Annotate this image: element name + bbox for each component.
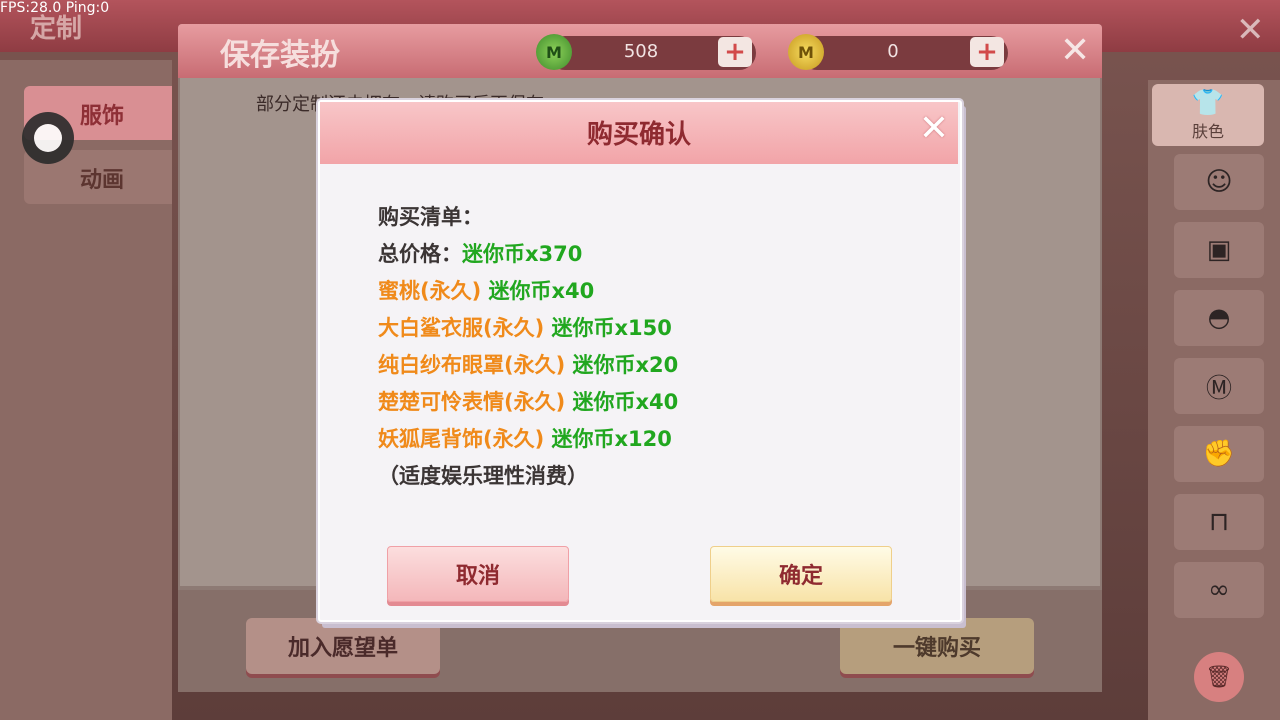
close-icon[interactable]: ✕ xyxy=(916,111,952,148)
fps-counter: FPS:28.0 Ping:0 xyxy=(0,0,110,16)
list-item: 大白鲨衣服(永久) 迷你币x150 xyxy=(378,312,672,342)
dialog-title: 购买确认 xyxy=(586,120,691,150)
item-name: 蜜桃(永久) xyxy=(378,279,482,303)
add-gold-coin-button[interactable]: + xyxy=(970,37,1004,67)
item-name: 妖狐尾背饰(永久) xyxy=(378,427,545,451)
total-price: 迷你币x370 xyxy=(462,242,583,266)
category-eyewear[interactable]: ◓ xyxy=(1174,290,1264,346)
category-skin[interactable]: 👕 肤色 xyxy=(1152,84,1264,146)
category-label: 肤色 xyxy=(1191,122,1224,141)
item-price: 迷你币x20 xyxy=(572,353,679,377)
virtual-joystick[interactable] xyxy=(22,112,74,164)
item-name: 大白鲨衣服(永久) xyxy=(378,316,545,340)
purchase-list-label: 购买清单： xyxy=(378,205,483,229)
face-icon: ☺ xyxy=(1205,167,1233,197)
pants-icon: ⊓ xyxy=(1208,507,1230,537)
close-icon[interactable]: ✕ xyxy=(1236,10,1265,50)
consumption-note: （适度娱乐理性消费） xyxy=(378,464,588,488)
total-label: 总价格： xyxy=(378,242,462,266)
save-panel-close-icon[interactable]: ✕ xyxy=(1060,30,1090,71)
item-name: 纯白纱布眼罩(永久) xyxy=(378,353,566,377)
mini-coin-icon: M xyxy=(536,34,572,70)
trash-icon[interactable]: 🗑 xyxy=(1194,652,1244,702)
head-icon: ▣ xyxy=(1206,235,1232,265)
tab-label: 动画 xyxy=(80,168,125,193)
item-name: 楚楚可怜表情(永久) xyxy=(378,390,566,414)
item-price: 迷你币x150 xyxy=(551,316,672,340)
category-gloves[interactable]: ✊ xyxy=(1174,426,1264,482)
add-to-wishlist-button[interactable]: 加入愿望单 xyxy=(246,618,440,674)
cancel-button[interactable]: 取消 xyxy=(387,546,569,602)
item-price: 迷你币x40 xyxy=(572,390,679,414)
glove-icon: ✊ xyxy=(1202,439,1236,469)
mini-coin-value: 508 xyxy=(623,41,659,62)
mask-icon: ◓ xyxy=(1207,303,1231,333)
item-price: 迷你币x120 xyxy=(551,427,672,451)
category-top[interactable]: Ⓜ xyxy=(1174,358,1264,414)
tab-label: 服饰 xyxy=(80,104,125,129)
confirm-button[interactable]: 确定 xyxy=(710,546,892,602)
category-shoes[interactable]: ∞ xyxy=(1174,562,1264,618)
category-hair[interactable]: ▣ xyxy=(1174,222,1264,278)
save-panel-title: 保存装扮 xyxy=(220,38,340,73)
list-item: 楚楚可怜表情(永久) 迷你币x40 xyxy=(378,386,678,416)
list-item: 纯白纱布眼罩(永久) 迷你币x20 xyxy=(378,349,678,379)
category-face[interactable]: ☺ xyxy=(1174,154,1264,210)
list-item: 妖狐尾背饰(永久) 迷你币x120 xyxy=(378,423,672,453)
add-mini-coin-button[interactable]: + xyxy=(718,37,752,67)
shirt-icon: 👕 xyxy=(1191,88,1225,118)
total-price-line: 总价格：迷你币x370 xyxy=(378,238,582,268)
shoes-icon: ∞ xyxy=(1208,575,1230,605)
gold-coin-value: 0 xyxy=(887,41,899,62)
gold-coin-icon: M xyxy=(788,34,824,70)
item-price: 迷你币x40 xyxy=(488,279,595,303)
buy-all-button[interactable]: 一键购买 xyxy=(840,618,1034,674)
category-pants[interactable]: ⊓ xyxy=(1174,494,1264,550)
list-item: 蜜桃(永久) 迷你币x40 xyxy=(378,275,594,305)
tshirt-icon: Ⓜ xyxy=(1205,373,1232,404)
